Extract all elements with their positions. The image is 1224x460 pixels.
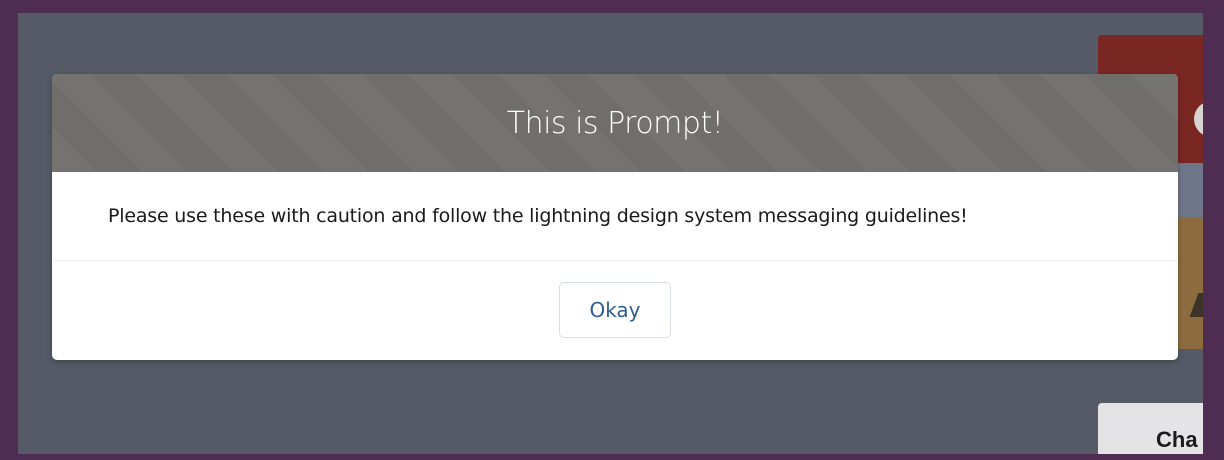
modal-message: Please use these with caution and follow… — [108, 205, 968, 227]
background-glyph — [1189, 293, 1203, 317]
modal-footer: Okay — [52, 261, 1178, 360]
prompt-modal: This is Prompt! Please use these with ca… — [52, 74, 1178, 360]
okay-button[interactable]: Okay — [559, 281, 671, 338]
background-card-label: Cha — [1156, 427, 1198, 452]
page-backdrop: Cha This is Prompt! Please use these wit… — [18, 13, 1203, 454]
background-card-grey: Cha — [1098, 403, 1203, 454]
modal-body: Please use these with caution and follow… — [52, 172, 1178, 261]
modal-header: This is Prompt! — [52, 74, 1178, 172]
modal-title: This is Prompt! — [506, 105, 724, 141]
avatar — [1194, 101, 1203, 137]
